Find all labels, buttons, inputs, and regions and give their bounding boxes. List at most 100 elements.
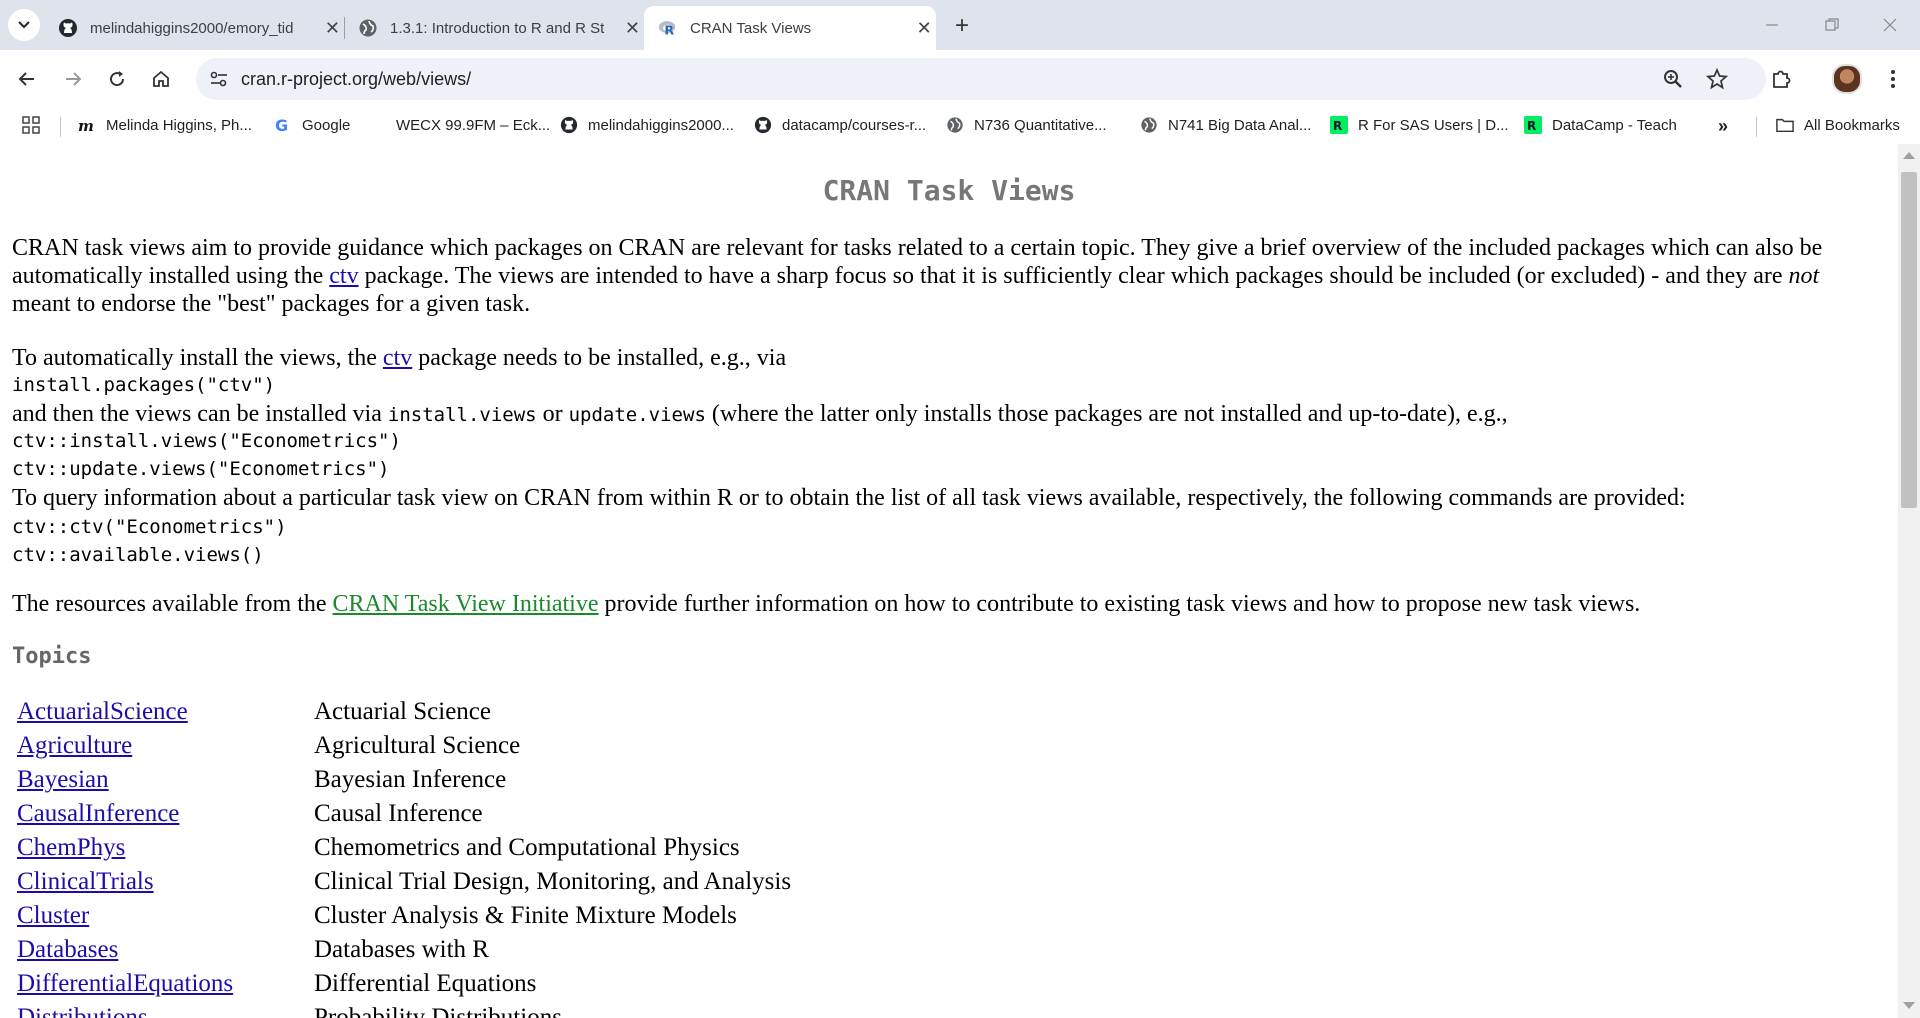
address-bar[interactable]: cran.r-project.org/web/views/ xyxy=(196,58,1766,100)
then-text: or xyxy=(536,401,569,427)
topic-link[interactable]: Cluster xyxy=(17,902,89,930)
bookmark-label: N736 Quantitative... xyxy=(974,116,1107,134)
tab-title: melindahiggins2000/emory_tid xyxy=(90,19,294,37)
tab-title: CRAN Task Views xyxy=(690,19,812,37)
topic-link[interactable]: ClinicalTrials xyxy=(17,868,154,896)
mh-logo-icon: m xyxy=(78,116,96,134)
bookmark-item[interactable]: G Google xyxy=(274,116,350,134)
forward-button[interactable] xyxy=(56,62,90,96)
then-paragraph: and then the views can be installed via … xyxy=(12,400,1882,429)
home-button[interactable] xyxy=(144,62,178,96)
topic-description: Chemometrics and Computational Physics xyxy=(314,834,740,861)
minimize-button[interactable] xyxy=(1750,10,1794,40)
profile-button[interactable] xyxy=(1830,62,1864,96)
back-button[interactable] xyxy=(10,62,44,96)
r-logo-icon: R xyxy=(658,18,678,38)
topic-link[interactable]: Distributions xyxy=(17,1004,148,1018)
bookmark-divider xyxy=(60,117,61,137)
more-bookmarks-button[interactable]: » xyxy=(1718,116,1728,137)
bookmark-item[interactable]: N736 Quantitative... xyxy=(946,116,1107,134)
bookmark-item[interactable]: datacamp/courses-r... xyxy=(754,116,926,134)
intro-text: meant to endorse the "best" packages for… xyxy=(12,291,531,317)
topic-link[interactable]: ActuarialScience xyxy=(17,698,188,726)
query-paragraph: To query information about a particular … xyxy=(12,485,1686,511)
more-vert-icon xyxy=(1891,70,1895,88)
resources-text: The resources available from the xyxy=(12,591,333,617)
avatar xyxy=(1832,64,1862,94)
task-view-initiative-link[interactable]: CRAN Task View Initiative xyxy=(333,591,599,617)
new-tab-button[interactable]: + xyxy=(948,12,976,40)
folder-icon xyxy=(1776,116,1794,134)
close-icon[interactable]: ✕ xyxy=(912,16,936,40)
bookmark-label: DataCamp - Teach xyxy=(1552,116,1677,134)
menu-button[interactable] xyxy=(1876,62,1910,96)
window-close-button[interactable] xyxy=(1868,10,1912,40)
code-line: ctv::install.views("Econometrics") xyxy=(12,430,401,452)
bookmark-label: WECX 99.9FM – Eck... xyxy=(396,116,551,134)
emphasis-text: not xyxy=(1788,263,1820,289)
svg-text:R: R xyxy=(1527,119,1536,133)
double-chevron-right-icon: » xyxy=(1718,116,1729,136)
tab-github[interactable]: melindahiggins2000/emory_tid ✕ xyxy=(44,6,344,50)
bookmark-label: Google xyxy=(302,116,351,134)
puzzle-icon xyxy=(1773,70,1791,88)
topic-description: Actuarial Science xyxy=(314,698,491,725)
minimize-icon xyxy=(1766,24,1778,26)
bookmark-item[interactable]: R R For SAS Users | D... xyxy=(1330,116,1509,134)
bookmark-item[interactable]: melindahiggins2000... xyxy=(560,116,734,134)
bookmarks-bar: m Melinda Higgins, Ph... G Google WECX 9… xyxy=(0,108,1920,144)
all-bookmarks-button[interactable]: All Bookmarks xyxy=(1776,116,1900,134)
bookmark-label: R For SAS Users | D... xyxy=(1358,116,1509,134)
bookmark-item[interactable]: R DataCamp - Teach xyxy=(1524,116,1677,134)
google-icon: G xyxy=(274,116,292,134)
topic-description: Bayesian Inference xyxy=(314,766,507,793)
bookmark-item[interactable]: WECX 99.9FM – Eck... xyxy=(368,116,550,134)
apps-grid-icon xyxy=(22,116,40,134)
code-line: ctv::available.views() xyxy=(12,544,264,566)
apps-button[interactable] xyxy=(22,116,40,134)
datacamp-icon: R xyxy=(1330,116,1348,134)
browser-toolbar: cran.r-project.org/web/views/ xyxy=(0,50,1920,108)
ctv-link[interactable]: ctv xyxy=(383,345,412,371)
then-text: (where the latter only installs those pa… xyxy=(705,401,1508,427)
restore-button[interactable] xyxy=(1810,10,1854,40)
bookmark-label: melindahiggins2000... xyxy=(588,116,734,134)
tab-search-button[interactable] xyxy=(8,9,40,41)
scrollbar-thumb[interactable] xyxy=(1901,172,1917,508)
topic-link[interactable]: DifferentialEquations xyxy=(17,970,233,998)
topic-link[interactable]: ChemPhys xyxy=(17,834,125,862)
zoom-icon[interactable] xyxy=(1662,68,1684,90)
topic-link[interactable]: CausalInference xyxy=(17,800,179,828)
topic-description: Causal Inference xyxy=(314,800,483,827)
url-text[interactable]: cran.r-project.org/web/views/ xyxy=(241,69,471,90)
bookmark-label: datacamp/courses-r... xyxy=(782,116,927,134)
topic-link[interactable]: Bayesian xyxy=(17,766,109,794)
globe-icon xyxy=(1140,116,1158,134)
scroll-up-arrow-icon[interactable] xyxy=(1903,152,1915,159)
github-icon xyxy=(58,18,78,38)
inline-code: install.views xyxy=(387,404,537,426)
scroll-down-arrow-icon[interactable] xyxy=(1903,1002,1915,1009)
extensions-button[interactable] xyxy=(1764,62,1798,96)
close-icon[interactable]: ✕ xyxy=(621,16,644,40)
topic-description: Clinical Trial Design, Monitoring, and A… xyxy=(314,868,792,895)
bookmark-item[interactable]: m Melinda Higgins, Ph... xyxy=(78,116,252,135)
topics-heading: Topics xyxy=(12,644,92,669)
tab-cran-task-views[interactable]: R CRAN Task Views ✕ xyxy=(644,6,936,50)
tab-intro-r[interactable]: 1.3.1: Introduction to R and R St ✕ xyxy=(344,6,644,50)
bookmark-label: N741 Big Data Anal... xyxy=(1168,116,1312,134)
svg-text:R: R xyxy=(1333,119,1342,133)
site-settings-icon[interactable] xyxy=(208,68,230,90)
close-icon[interactable]: ✕ xyxy=(321,16,344,40)
star-icon[interactable] xyxy=(1706,68,1728,90)
reload-button[interactable] xyxy=(100,62,134,96)
topic-link[interactable]: Databases xyxy=(17,936,118,964)
vertical-scrollbar[interactable] xyxy=(1898,144,1920,1018)
install-text: package needs to be installed, e.g., via xyxy=(412,345,787,371)
bookmark-item[interactable]: N741 Big Data Anal... xyxy=(1140,116,1311,134)
globe-icon xyxy=(946,116,964,134)
page-content: CRAN Task Views CRAN task views aim to p… xyxy=(0,144,1898,1018)
topic-link[interactable]: Agriculture xyxy=(17,732,132,760)
ctv-link[interactable]: ctv xyxy=(329,263,358,289)
datacamp-icon: R xyxy=(1524,116,1542,134)
